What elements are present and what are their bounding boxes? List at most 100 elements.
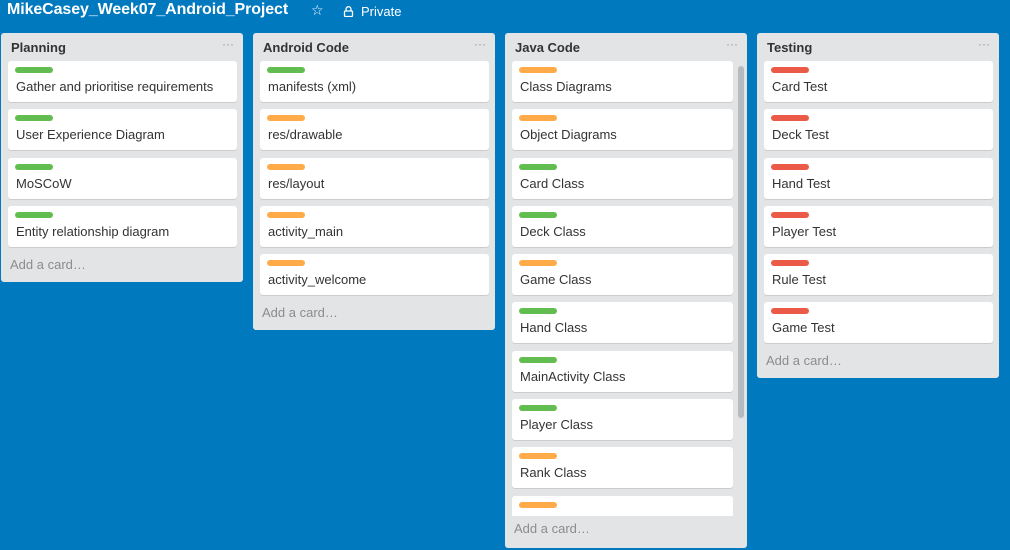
add-card-label: Add a card… — [514, 521, 590, 536]
privacy-label: Private — [361, 4, 402, 19]
list-title[interactable]: Android Code — [263, 40, 349, 55]
card-list: Gather and prioritise requirements User … — [1, 61, 243, 247]
card[interactable]: Hand Test — [764, 157, 993, 199]
label-green — [267, 67, 305, 73]
privacy-button[interactable]: Private — [343, 4, 401, 19]
label-green — [15, 67, 53, 73]
list-planning: Planning ··· Gather and prioritise requi… — [1, 33, 243, 282]
card[interactable]: Deck Test — [764, 109, 993, 151]
card-list: Class Diagrams Object Diagrams Card Clas… — [505, 61, 747, 516]
list-android-code: Android Code ··· manifests (xml) res/dra… — [253, 33, 495, 331]
card[interactable]: res/drawable — [260, 109, 489, 151]
list-menu-icon[interactable]: ··· — [726, 37, 738, 51]
label-red — [771, 308, 809, 315]
label-orange — [267, 163, 305, 170]
card[interactable]: Card Class — [512, 157, 733, 199]
card[interactable]: Entity relationship diagram — [8, 205, 237, 247]
card[interactable]: User Experience Diagram — [8, 109, 237, 151]
label-orange — [519, 67, 557, 73]
label-orange — [267, 115, 305, 122]
list-header[interactable]: Testing ··· — [757, 33, 999, 61]
card[interactable]: MoSCoW — [8, 157, 237, 199]
card-title: Hand Test — [772, 175, 831, 191]
label-red — [771, 163, 809, 170]
label-green — [519, 308, 557, 315]
label-red — [771, 115, 809, 122]
add-card-button[interactable]: Add a card… — [253, 300, 495, 330]
label-orange — [267, 211, 305, 218]
card[interactable]: MainActivity Class — [512, 350, 733, 392]
list-header[interactable]: Planning ··· — [1, 33, 243, 61]
label-green — [519, 163, 557, 170]
card[interactable]: Object Diagrams — [512, 109, 733, 151]
label-green — [15, 115, 53, 122]
list-header[interactable]: Java Code ··· — [505, 33, 747, 61]
card[interactable]: res/layout — [260, 157, 489, 199]
card-title: User Experience Diagram — [16, 127, 165, 143]
label-green — [519, 211, 557, 218]
list-java-code: Java Code ··· Class Diagrams Object Diag… — [505, 33, 747, 548]
card-title: Deck Class — [520, 223, 586, 239]
list-menu-icon[interactable]: ··· — [474, 37, 486, 51]
card-title: manifests (xml) — [268, 79, 357, 94]
list-title[interactable]: Java Code — [515, 40, 580, 55]
label-red — [771, 260, 809, 267]
board-header: MikeCasey_Week07_Android_Project ☆ Priva… — [0, 0, 1010, 24]
card[interactable] — [512, 495, 733, 516]
card-title: MoSCoW — [16, 175, 72, 191]
card-title: activity_welcome — [268, 272, 367, 288]
label-orange — [519, 453, 557, 460]
list-title[interactable]: Testing — [767, 40, 812, 55]
card-title: Game Test — [772, 320, 835, 336]
label-orange — [519, 115, 557, 122]
card[interactable]: Card Test — [764, 61, 993, 102]
card-title: Class Diagrams — [520, 79, 612, 94]
label-green — [15, 163, 53, 170]
card[interactable]: manifests (xml) — [260, 61, 489, 102]
label-green — [519, 356, 557, 363]
list-title[interactable]: Planning — [11, 40, 66, 55]
card-title: MainActivity Class — [520, 368, 626, 384]
card-title: Rule Test — [772, 272, 826, 288]
card[interactable]: Game Test — [764, 302, 993, 344]
lock-icon — [343, 6, 354, 17]
card[interactable]: activity_welcome — [260, 254, 489, 296]
card-title: Card Class — [520, 175, 585, 191]
label-orange — [519, 260, 557, 267]
label-green — [15, 211, 53, 218]
card-title: Deck Test — [772, 127, 829, 143]
card-title: Game Class — [520, 272, 592, 288]
card[interactable]: Deck Class — [512, 205, 733, 247]
card[interactable]: Player Class — [512, 399, 733, 441]
add-card-button[interactable]: Add a card… — [757, 348, 999, 378]
card-title: Gather and prioritise requirements — [16, 79, 214, 94]
card[interactable]: Gather and prioritise requirements — [8, 61, 237, 102]
list-menu-icon[interactable]: ··· — [222, 37, 234, 51]
card[interactable]: Class Diagrams — [512, 61, 733, 102]
add-card-label: Add a card… — [10, 256, 86, 272]
card[interactable]: Rank Class — [512, 447, 733, 489]
add-card-label: Add a card… — [262, 305, 338, 321]
add-card-button[interactable]: Add a card… — [505, 516, 747, 546]
card-title: Object Diagrams — [520, 127, 617, 143]
card-title: Card Test — [772, 79, 828, 94]
board-title[interactable]: MikeCasey_Week07_Android_Project — [7, 1, 288, 19]
card-title: Rank Class — [520, 465, 587, 481]
star-icon[interactable]: ☆ — [311, 3, 324, 17]
card[interactable]: Player Test — [764, 205, 993, 247]
card-title: Player Class — [520, 417, 593, 433]
label-green — [519, 405, 557, 412]
card[interactable]: Hand Class — [512, 302, 733, 344]
list-testing: Testing ··· Card Test Deck Test Hand Tes… — [757, 33, 999, 379]
card-scroll-area[interactable]: Class Diagrams Object Diagrams Card Clas… — [505, 61, 747, 516]
label-red — [771, 211, 809, 218]
card[interactable]: activity_main — [260, 205, 489, 247]
list-menu-icon[interactable]: ··· — [978, 37, 990, 51]
card[interactable]: Rule Test — [764, 254, 993, 296]
card[interactable]: Game Class — [512, 254, 733, 296]
list-header[interactable]: Android Code ··· — [253, 33, 495, 61]
card-title: Entity relationship diagram — [16, 223, 170, 239]
card-title: res/layout — [268, 175, 325, 191]
add-card-button[interactable]: Add a card… — [1, 252, 243, 282]
scrollbar-thumb[interactable] — [738, 66, 744, 418]
